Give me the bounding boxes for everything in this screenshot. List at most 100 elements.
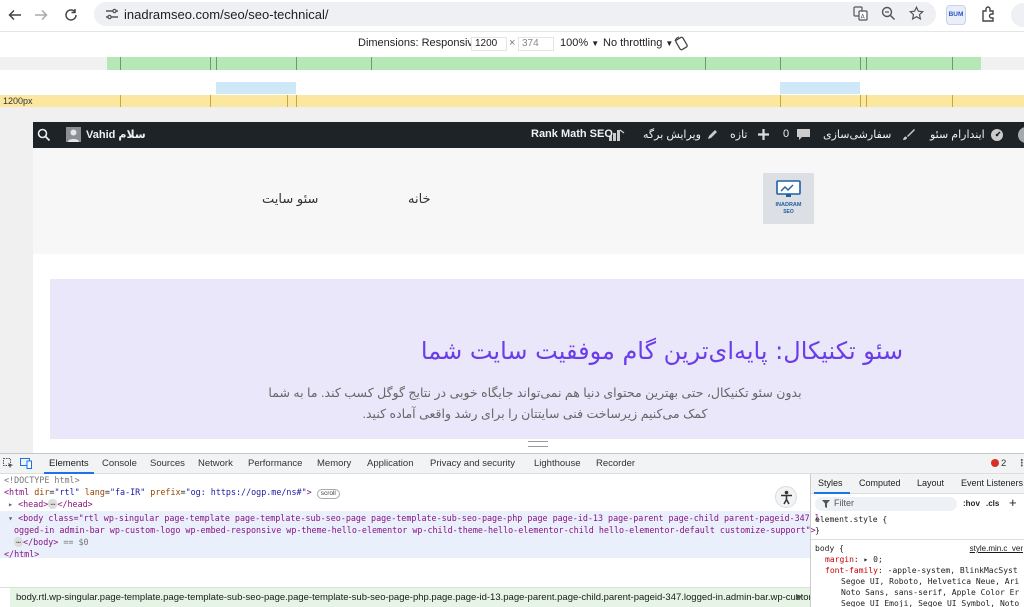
url-text: inadramseo.com/seo/seo-technical/ [124, 6, 329, 22]
scroll-badge[interactable]: scroll [316, 489, 340, 499]
cls-toggle[interactable]: .cls [986, 499, 999, 508]
device-toggle-icon[interactable] [20, 458, 32, 469]
body-rule[interactable]: body { style.min.c_ver [811, 539, 1024, 554]
site-name-link[interactable]: ایندارام سئو [930, 128, 985, 141]
tab-memory[interactable]: Memory [317, 458, 351, 469]
ruler-width-label: 1200px [3, 96, 33, 106]
edit-page-link[interactable]: ویرایش برگه [643, 128, 701, 141]
styles-filter-input[interactable]: Filter [815, 497, 957, 511]
back-icon[interactable] [2, 2, 28, 28]
rank-math-menu[interactable]: Rank Math SEO [531, 128, 613, 140]
tab-performance[interactable]: Performance [248, 458, 302, 469]
element-style-rule[interactable]: element.style { [811, 514, 1024, 525]
tab-computed[interactable]: Computed [859, 478, 901, 488]
mq-row-max-width[interactable] [0, 57, 1024, 70]
tab-sources[interactable]: Sources [150, 458, 185, 469]
styles-pane: Styles Computed Layout Event Listeners F… [810, 474, 1024, 607]
bookmark-star-icon[interactable] [908, 5, 924, 22]
forward-icon[interactable] [28, 2, 54, 28]
mq-row-min-width[interactable]: 1200px [0, 95, 1024, 107]
devtools-tab-bar: Elements Console Sources Network Perform… [0, 454, 1024, 474]
accessibility-icon[interactable] [775, 486, 797, 508]
dashboard-icon [990, 128, 1004, 142]
font-family-cont-1: Segoe UI, Roboto, Helvetica Neue, Ari [841, 577, 1020, 586]
address-bar[interactable]: inadramseo.com/seo/seo-technical/ A [94, 2, 936, 26]
devtools-panel: Elements Console Sources Network Perform… [0, 453, 1024, 607]
dom-tree: <!DOCTYPE html> <html dir="rtl" lang="fa… [0, 474, 820, 587]
font-family-declaration[interactable]: font-family: -apple-system, BlinkMacSyst [811, 565, 1024, 576]
tab-event-listeners[interactable]: Event Listeners [961, 478, 1023, 488]
logo-subtext: SEO [783, 209, 794, 215]
customize-link[interactable]: سفارشی‌سازی [823, 128, 891, 141]
margin-declaration[interactable]: margin: ▸ 0; [811, 554, 1024, 565]
wordpress-logo-icon[interactable] [1018, 127, 1024, 143]
width-input[interactable]: 1200 [471, 37, 507, 51]
body-rule-selector: body { [815, 544, 844, 553]
style-rules: element.style { } body { style.min.c_ver… [811, 514, 1024, 607]
reload-icon[interactable] [58, 2, 84, 28]
wp-admin-bar: سلام Vahid Rank Math SEO ویرایش برگه تاز… [33, 122, 1024, 148]
mq-row-min-max[interactable] [0, 82, 1024, 94]
breadcrumb-scroll-arrow[interactable]: ▶ [796, 592, 802, 601]
nav-item-seo[interactable]: سئو سایت [262, 191, 318, 207]
body-line-2[interactable]: ogged-in admin-bar wp-custom-logo wp-emb… [14, 525, 816, 537]
zoom-dropdown[interactable]: 100% ▼ [560, 37, 599, 49]
tab-lighthouse[interactable]: Lighthouse [534, 458, 580, 469]
translate-icon[interactable]: A [852, 6, 868, 22]
tab-styles[interactable]: Styles [818, 478, 843, 488]
hov-toggle[interactable]: :hov [963, 499, 980, 508]
element-style-close: } [815, 526, 820, 535]
edit-pencil-icon [706, 128, 719, 141]
tab-network[interactable]: Network [198, 458, 233, 469]
tab-recorder[interactable]: Recorder [596, 458, 635, 469]
inspect-element-icon[interactable] [3, 458, 14, 469]
body-line-1[interactable]: ▾ <body class="rtl wp-singular page-temp… [8, 513, 820, 525]
search-icon[interactable] [37, 128, 51, 142]
error-count[interactable]: 2 [1001, 458, 1006, 469]
rotate-icon[interactable] [674, 36, 689, 51]
body-close-line[interactable]: ⋯ </body> == $0 [14, 537, 89, 549]
tab-application[interactable]: Application [367, 458, 413, 469]
head-line[interactable]: ▸ <head> ⋯ </head> [8, 499, 93, 511]
brush-icon [902, 128, 915, 141]
nav-item-home[interactable]: خانه [408, 191, 431, 207]
page-viewport: سلام Vahid Rank Math SEO ویرایش برگه تاز… [0, 107, 1024, 453]
avatar[interactable] [66, 127, 81, 142]
hero-description-line1: بدون سئو تکنیکال، حتی بهترین محتوای دنیا… [268, 386, 802, 400]
new-rule-icon[interactable]: + [1009, 495, 1017, 510]
site-logo[interactable]: INADRAM SEO [763, 173, 814, 224]
html-close-line[interactable]: </html> [4, 549, 39, 561]
breadcrumb-body[interactable]: body.rtl.wp-singular.page-template.page-… [10, 588, 810, 607]
stylesheet-link[interactable]: style.min.c_ver [970, 543, 1023, 554]
hero-section: سئو تکنیکال: پایه‌ای‌ترین گام موفقیت سای… [50, 279, 1024, 439]
font-family-cont-2: Noto Sans, sans-serif, Apple Color Er [841, 588, 1020, 597]
extensions-puzzle-icon[interactable] [980, 5, 1000, 25]
devtools-menu-icon[interactable]: ⋮ [1017, 458, 1024, 469]
new-content-link[interactable]: تازه [730, 128, 748, 141]
site-info-icon[interactable] [104, 6, 120, 22]
height-input[interactable]: 374 [518, 37, 554, 51]
dom-breadcrumb: body.rtl.wp-singular.page-template.page-… [0, 587, 810, 607]
html-open-line[interactable]: <html dir="rtl" lang="fa-IR" prefix="og:… [4, 487, 340, 499]
times-sign: × [509, 37, 516, 49]
tab-console[interactable]: Console [102, 458, 137, 469]
profile-menu[interactable] [1011, 3, 1024, 27]
styles-tab-bar: Styles Computed Layout Event Listeners [811, 474, 1024, 494]
plus-icon [757, 128, 770, 141]
styles-active-indicator [814, 492, 850, 494]
hero-title-wrap: سئو تکنیکال: پایه‌ای‌ترین گام موفقیت سای… [50, 337, 1024, 365]
comments-count[interactable]: 0 [783, 128, 789, 140]
tab-layout[interactable]: Layout [917, 478, 944, 488]
throttling-dropdown[interactable]: No throttling ▼ [603, 37, 673, 49]
filter-placeholder: Filter [834, 498, 854, 508]
logo-text: INADRAM [775, 202, 802, 208]
tab-privacy-security[interactable]: Privacy and security [430, 458, 515, 469]
site-header: سئو سایت خانه INADRAM SEO [33, 148, 1024, 254]
resize-handle[interactable] [528, 441, 548, 447]
doctype-line[interactable]: <!DOCTYPE html> [4, 475, 80, 487]
tab-elements[interactable]: Elements [49, 458, 89, 469]
zoom-icon[interactable] [880, 6, 896, 22]
extension-icon[interactable]: BUM [946, 5, 966, 25]
media-query-bars: 1200px [0, 55, 1024, 107]
account-greeting[interactable]: سلام Vahid [86, 128, 146, 141]
